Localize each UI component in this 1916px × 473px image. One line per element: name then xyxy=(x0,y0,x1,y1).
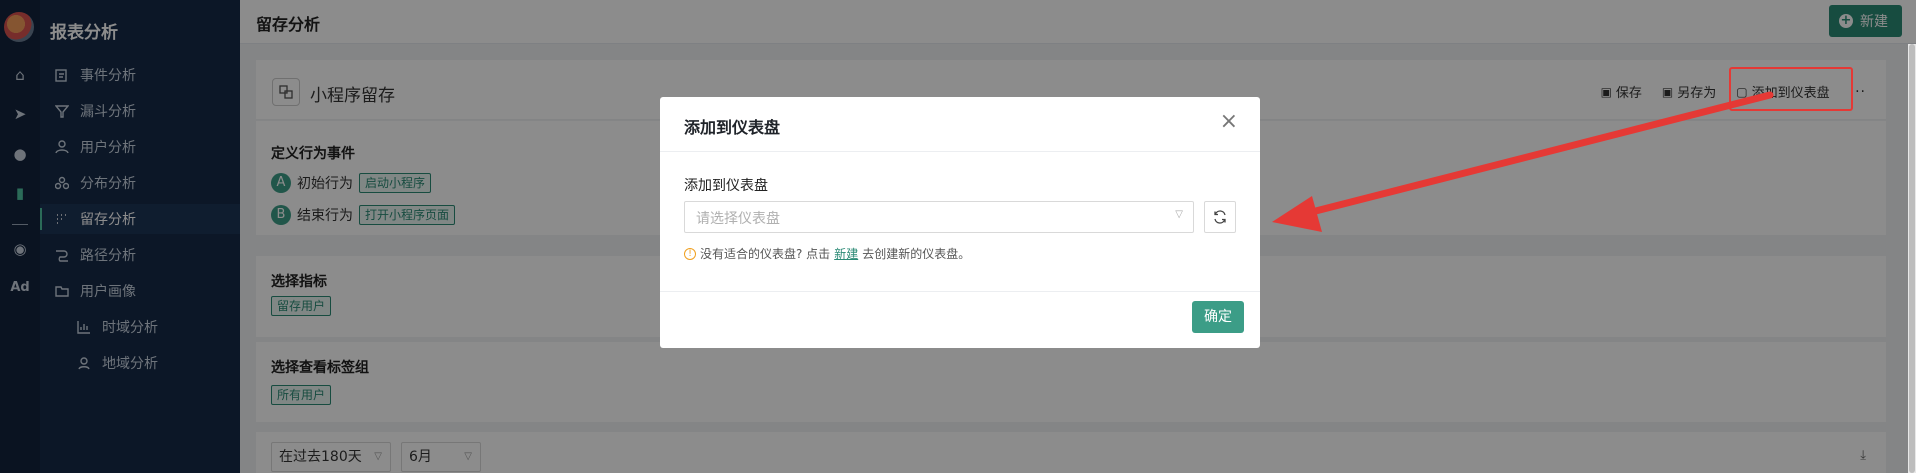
annotation-arrow xyxy=(1272,91,1774,232)
